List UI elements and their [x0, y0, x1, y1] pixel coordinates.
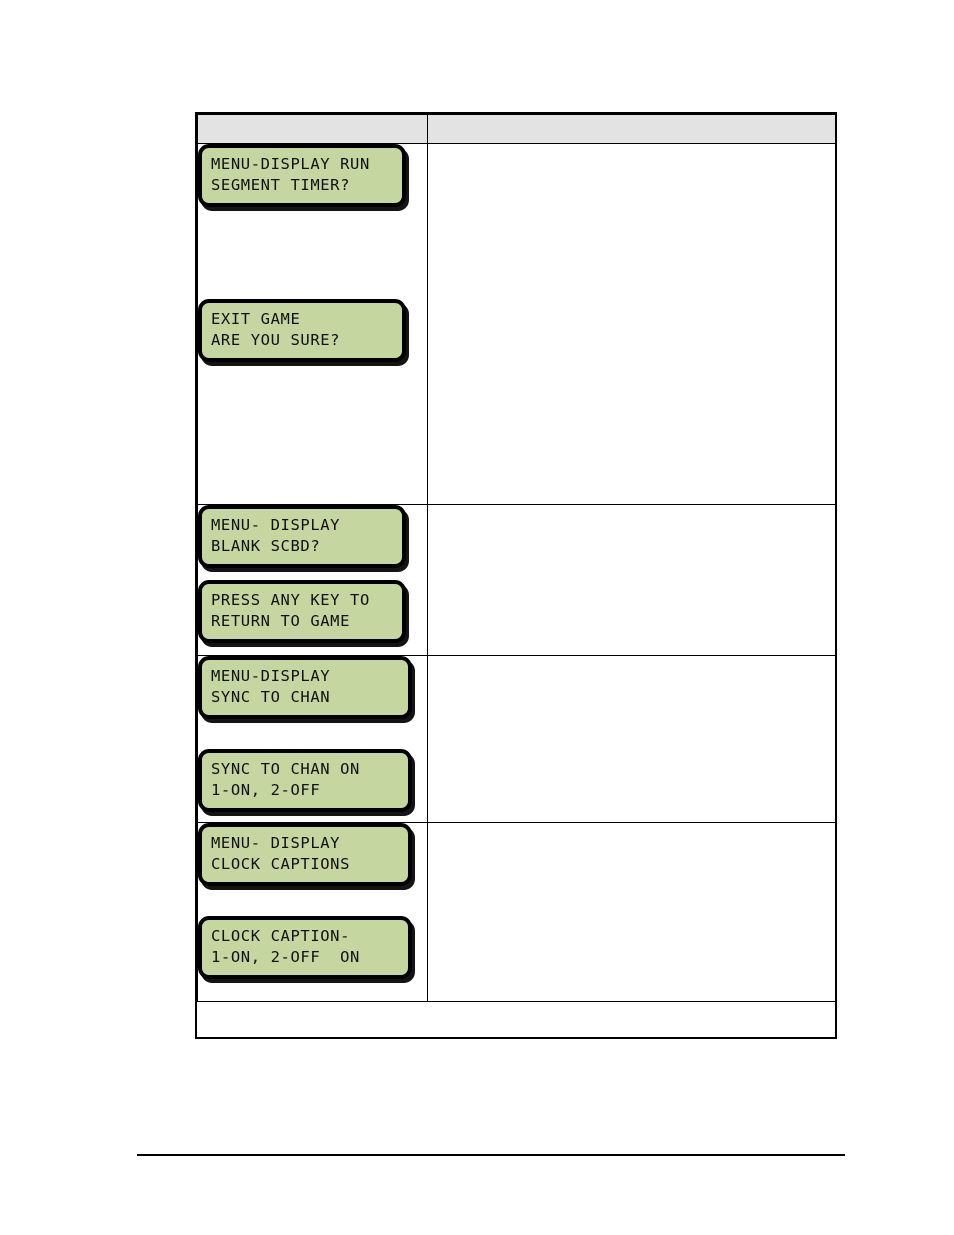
lcd-screen-menu-display-sync-to-chan: MENU-DISPLAY SYNC TO CHAN	[198, 656, 412, 719]
lcd-line-2: CLOCK CAPTIONS	[211, 855, 351, 873]
table-row: MENU-DISPLAY RUN SEGMENT TIMER? EXIT GAM…	[197, 143, 836, 505]
lcd-line-2: BLANK SCBD?	[211, 537, 321, 555]
table-row: MENU- DISPLAY CLOCK CAPTIONS CLOCK CAPTI…	[197, 822, 836, 1002]
lcd-screen-press-any-key-to-return: PRESS ANY KEY TO RETURN TO GAME	[198, 580, 406, 643]
lcd-screen-menu-display-run-segment-timer: MENU-DISPLAY RUN SEGMENT TIMER?	[198, 144, 406, 207]
table-header	[197, 114, 836, 144]
lcd-screen-menu-display-blank-scbd: MENU- DISPLAY BLANK SCBD?	[198, 505, 406, 568]
footer-divider	[137, 1154, 845, 1156]
table-row: MENU- DISPLAY BLANK SCBD? PRESS ANY KEY …	[197, 504, 836, 656]
display-cell-blank-scbd: MENU- DISPLAY BLANK SCBD? PRESS ANY KEY …	[197, 504, 428, 656]
lcd-screen-sync-to-chan-on: SYNC TO CHAN ON 1-ON, 2-OFF	[198, 749, 412, 812]
lcd-line-1: SYNC TO CHAN ON	[211, 760, 360, 778]
lcd-screen-clock-caption-on: CLOCK CAPTION- 1-ON, 2-OFF ON	[198, 916, 412, 979]
lcd-line-1: MENU- DISPLAY	[211, 516, 341, 534]
table-row: MENU-DISPLAY SYNC TO CHAN SYNC TO CHAN O…	[197, 655, 836, 823]
document-page: MENU-DISPLAY RUN SEGMENT TIMER? EXIT GAM…	[0, 0, 954, 1235]
lcd-screen-menu-display-clock-captions: MENU- DISPLAY CLOCK CAPTIONS	[198, 823, 412, 886]
lcd-line-2: SEGMENT TIMER?	[211, 176, 351, 194]
column-header-display	[197, 114, 428, 144]
lcd-line-1: EXIT GAME	[211, 310, 301, 328]
lcd-line-1: MENU-DISPLAY RUN	[211, 155, 370, 173]
lcd-line-2: SYNC TO CHAN	[211, 688, 331, 706]
table-body: MENU-DISPLAY RUN SEGMENT TIMER? EXIT GAM…	[197, 143, 836, 1002]
display-cell-sync-to-chan: MENU-DISPLAY SYNC TO CHAN SYNC TO CHAN O…	[197, 655, 428, 823]
menu-reference-table: MENU-DISPLAY RUN SEGMENT TIMER? EXIT GAM…	[197, 114, 836, 1002]
description-cell-sync-to-chan	[427, 655, 836, 823]
lcd-line-2: 1-ON, 2-OFF ON	[211, 948, 360, 966]
display-cell-clock-captions: MENU- DISPLAY CLOCK CAPTIONS CLOCK CAPTI…	[197, 822, 428, 1002]
lcd-line-1: PRESS ANY KEY TO	[211, 591, 370, 609]
lcd-line-2: 1-ON, 2-OFF	[211, 781, 321, 799]
description-cell-blank-scbd	[427, 504, 836, 656]
lcd-line-1: CLOCK CAPTION-	[211, 927, 351, 945]
table-header-row	[197, 114, 836, 144]
lcd-line-1: MENU-DISPLAY	[211, 667, 331, 685]
lcd-line-2: ARE YOU SURE?	[211, 331, 341, 349]
description-cell-run-segment-timer	[427, 143, 836, 505]
display-cell-run-segment-timer: MENU-DISPLAY RUN SEGMENT TIMER? EXIT GAM…	[197, 143, 428, 505]
lcd-line-2: RETURN TO GAME	[211, 612, 351, 630]
lcd-line-1: MENU- DISPLAY	[211, 834, 341, 852]
description-cell-clock-captions	[427, 822, 836, 1002]
lcd-screen-exit-game-are-you-sure: EXIT GAME ARE YOU SURE?	[198, 299, 406, 362]
column-header-description	[427, 114, 836, 144]
